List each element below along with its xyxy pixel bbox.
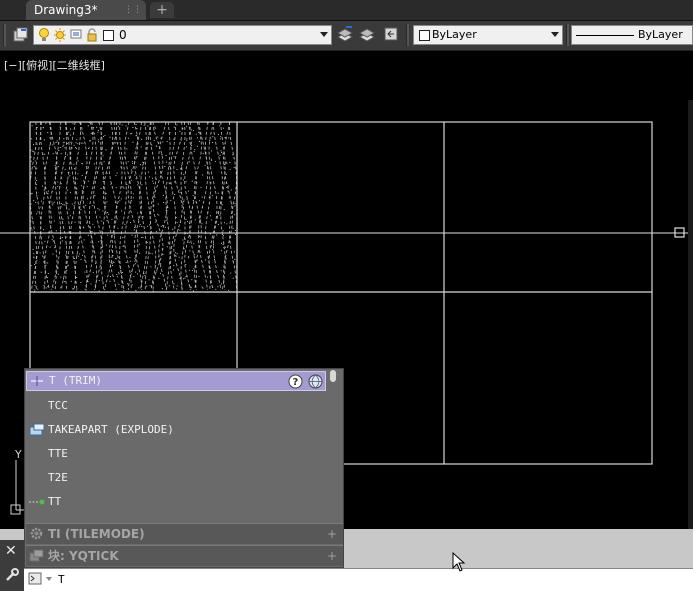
popup-scrollbar[interactable] [330, 370, 336, 382]
color-swatch [419, 30, 430, 41]
explode-icon [29, 423, 45, 436]
toolbar-grip [3, 24, 6, 46]
lightbulb-icon [39, 28, 49, 41]
tracking-icon [29, 499, 45, 505]
viewport-freeze-icon [70, 29, 82, 39]
color-dropdown[interactable]: ByLayer [413, 25, 563, 45]
hatch-region [29, 121, 238, 293]
suggestion-item[interactable]: TTE [26, 443, 326, 465]
color-value: ByLayer [432, 28, 477, 41]
command-line[interactable] [24, 568, 693, 591]
sun-icon [54, 28, 66, 42]
layer-name: 0 [119, 28, 127, 42]
wrench-icon[interactable] [4, 567, 20, 583]
linetype-value: ByLayer [638, 28, 683, 41]
toolbar-separator [566, 24, 569, 46]
make-current-layer-icon[interactable] [336, 25, 354, 43]
command-side-bar: ✕ [0, 540, 24, 591]
toolbar-separator [406, 24, 409, 46]
lock-icon [87, 28, 97, 42]
chevron-down-icon [320, 32, 328, 37]
suggestion-group-block[interactable]: 块: YQTICK + [26, 545, 343, 566]
autocomplete-popup: T (TRIM) ? TCC TAKEAPART (EXPLODE) TTE T… [24, 368, 344, 568]
linetype-dropdown[interactable]: ByLayer [571, 25, 693, 45]
command-prompt-icon[interactable] [28, 572, 44, 586]
svg-text:Y: Y [14, 448, 22, 461]
chevron-down-icon[interactable] [45, 576, 53, 582]
layer-properties-icon[interactable] [12, 25, 30, 43]
command-input[interactable]: T [58, 573, 65, 586]
block-icon [29, 549, 44, 562]
close-icon[interactable]: ✕ [5, 544, 17, 558]
layer-match-icon[interactable] [358, 25, 376, 43]
suggestion-item[interactable]: TAKEAPART (EXPLODE) [26, 419, 326, 441]
globe-icon[interactable] [308, 374, 323, 389]
suggestion-item[interactable]: TCC [26, 395, 326, 417]
suggestion-item[interactable]: TT [26, 491, 326, 513]
layer-dropdown[interactable]: 0 [33, 25, 332, 45]
new-tab-button[interactable]: + [150, 2, 174, 18]
help-icon[interactable]: ? [288, 374, 303, 389]
svg-text:?: ? [293, 377, 299, 388]
layer-color-swatch [103, 30, 114, 41]
tab-grip-icon: ⋮⋮ [124, 5, 142, 15]
linetype-preview [576, 35, 634, 36]
suggestion-group-tilemode[interactable]: TI (TILEMODE) + [26, 523, 343, 544]
expand-icon[interactable]: + [327, 524, 337, 544]
suggestion-item[interactable]: T2E [26, 467, 326, 489]
mouse-cursor-icon [452, 552, 466, 572]
trim-icon [31, 376, 43, 386]
layer-previous-icon[interactable] [382, 25, 400, 43]
gear-icon [30, 527, 43, 540]
expand-icon[interactable]: + [327, 546, 337, 566]
vertical-scrollbar[interactable] [688, 100, 693, 529]
chevron-down-icon [551, 32, 559, 37]
suggestion-item[interactable]: T (TRIM) ? [26, 371, 326, 391]
